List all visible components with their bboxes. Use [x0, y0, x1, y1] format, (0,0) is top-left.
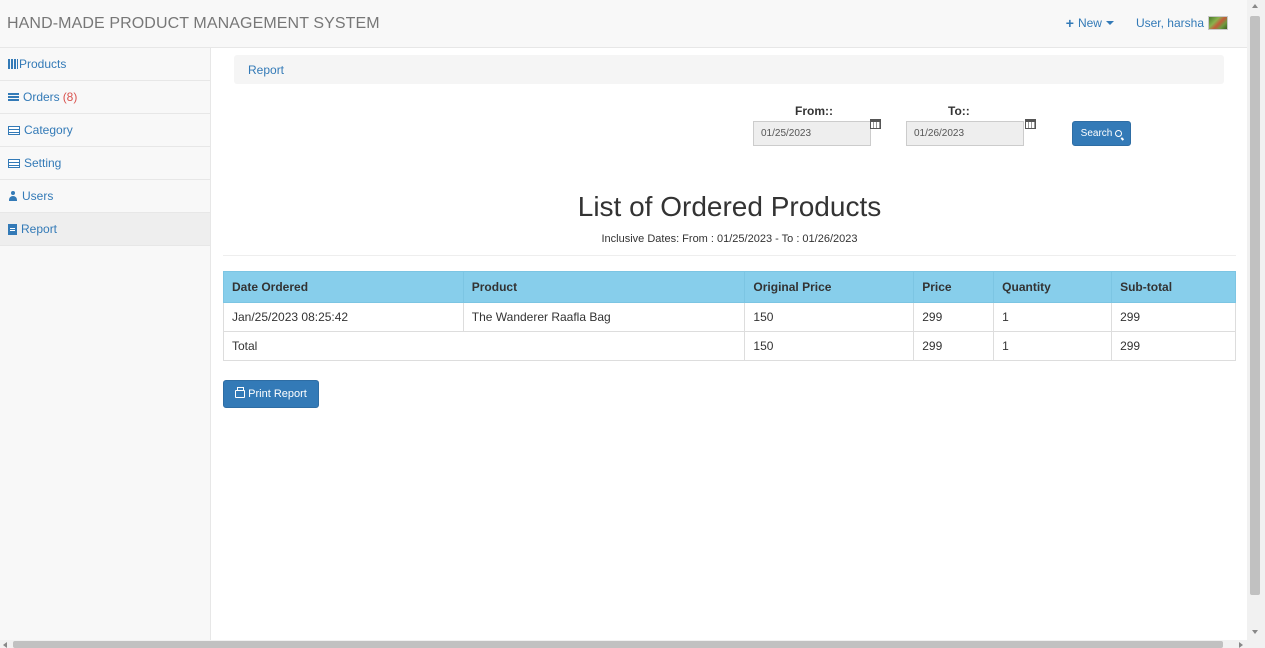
sidebar-item-label: Category: [24, 123, 73, 137]
column-header-subtotal: Sub-total: [1111, 271, 1236, 303]
sidebar-item-label: Users: [22, 189, 54, 203]
sidebar-item-report[interactable]: Report: [0, 213, 210, 246]
table-total-row: Total 150 299 1 299: [222, 331, 1236, 361]
print-report-label: Print Report: [248, 388, 307, 400]
to-label: To::: [948, 104, 970, 118]
sidebar-item-label: Orders: [23, 90, 60, 104]
from-label: From::: [795, 104, 833, 118]
to-date-input[interactable]: [906, 121, 1024, 146]
cell-quantity: 1: [993, 302, 1113, 332]
divider: [223, 255, 1236, 256]
ordered-products-table: Date Ordered Product Original Price Pric…: [222, 271, 1236, 361]
search-button-label: Search: [1080, 128, 1113, 139]
total-label: Total: [222, 331, 746, 361]
breadcrumb-report-link[interactable]: Report: [248, 63, 284, 77]
caret-down-icon: [1105, 21, 1114, 25]
sidebar-item-setting[interactable]: Setting: [0, 147, 210, 180]
column-header-original-price: Original Price: [744, 271, 915, 303]
cell-product: The Wanderer Raafla Bag: [462, 302, 746, 332]
barcode-icon: [8, 59, 18, 69]
column-header-price: Price: [913, 271, 995, 303]
column-header-quantity: Quantity: [993, 271, 1113, 303]
report-title: List of Ordered Products: [577, 191, 882, 222]
report-date-range: Inclusive Dates: From : 01/25/2023 - To …: [601, 233, 858, 245]
top-navbar: HAND-MADE PRODUCT MANAGEMENT SYSTEM + Ne…: [0, 0, 1247, 48]
calendar-icon[interactable]: [1025, 119, 1036, 129]
search-icon: [1115, 130, 1123, 137]
plus-icon: +: [1065, 15, 1074, 31]
user-label: User, harsha: [1135, 16, 1204, 30]
new-dropdown[interactable]: + New: [1066, 16, 1114, 30]
navbar-right: + New User, harsha: [1066, 16, 1228, 30]
column-header-product: Product: [462, 271, 746, 303]
column-header-date-ordered: Date Ordered: [223, 271, 464, 303]
scroll-up-icon[interactable]: [1252, 4, 1258, 8]
total-original-price: 150: [744, 331, 915, 361]
print-report-button[interactable]: Print Report: [223, 380, 319, 408]
print-icon: [235, 387, 246, 398]
sidebar: Products Orders (8) Category Setting Use…: [0, 48, 211, 640]
orders-count-badge: (8): [62, 90, 78, 104]
user-menu[interactable]: User, harsha: [1136, 16, 1228, 30]
scroll-right-icon[interactable]: [1239, 642, 1243, 648]
table-row: Jan/25/2023 08:25:42 The Wanderer Raafla…: [223, 302, 1236, 332]
sidebar-item-label: Setting: [24, 156, 62, 170]
table-header-row: Date Ordered Product Original Price Pric…: [223, 271, 1236, 303]
user-icon: [8, 191, 18, 201]
app-title[interactable]: HAND-MADE PRODUCT MANAGEMENT SYSTEM: [7, 15, 380, 33]
cell-date-ordered: Jan/25/2023 08:25:42: [223, 302, 464, 332]
sidebar-item-category[interactable]: Category: [0, 114, 210, 147]
sidebar-item-orders[interactable]: Orders (8): [0, 81, 210, 114]
calendar-icon[interactable]: [870, 119, 881, 129]
total-price: 299: [913, 331, 995, 361]
cell-subtotal: 299: [1111, 302, 1236, 332]
scroll-down-icon[interactable]: [1252, 630, 1258, 634]
vertical-scrollbar-thumb[interactable]: [1250, 16, 1260, 595]
total-quantity: 1: [993, 331, 1113, 361]
cell-original-price: 150: [744, 302, 915, 332]
list-icon: [8, 92, 19, 102]
total-subtotal: 299: [1111, 331, 1236, 361]
sidebar-item-label: Report: [21, 222, 58, 236]
from-date-input[interactable]: [753, 121, 871, 146]
horizontal-scrollbar-thumb[interactable]: [13, 641, 1223, 648]
breadcrumb: Report: [234, 55, 1224, 84]
sidebar-item-label: Products: [19, 57, 67, 71]
cell-price: 299: [913, 302, 995, 332]
scroll-left-icon[interactable]: [3, 642, 7, 648]
sidebar-item-users[interactable]: Users: [0, 180, 210, 213]
sidebar-item-products[interactable]: Products: [0, 48, 210, 81]
search-button[interactable]: Search: [1072, 121, 1131, 146]
card-icon: [8, 125, 20, 135]
new-label: New: [1077, 16, 1102, 30]
card-icon: [8, 158, 20, 168]
file-icon: [8, 223, 17, 235]
avatar: [1208, 16, 1228, 30]
